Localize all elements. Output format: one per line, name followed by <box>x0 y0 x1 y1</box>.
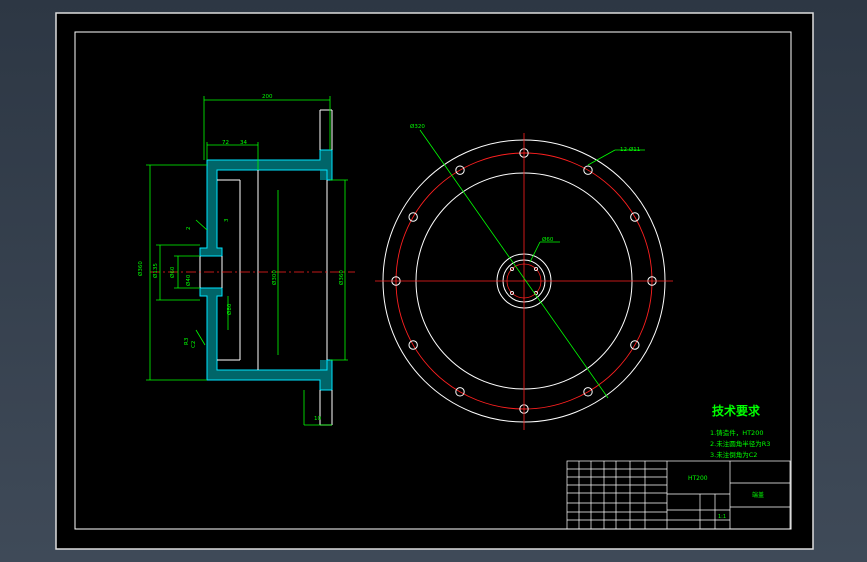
dim-web-1: 72 <box>222 140 229 146</box>
tech-title: 技术要求 <box>712 403 761 418</box>
dim-bore: Ø80 <box>226 303 233 315</box>
title-scale: 1:1 <box>718 514 726 520</box>
dim-inner-dia: Ø300 <box>271 270 278 285</box>
tech-note-3: 3.未注倒角为C2 <box>710 450 757 459</box>
dim-fillet: R3 <box>184 337 190 345</box>
tech-note-2: 2.未注圆角半径为R3 <box>710 439 770 448</box>
dim-small-c: 2 <box>186 227 192 231</box>
dim-flange-thk: 10 <box>314 416 321 422</box>
title-material: HT200 <box>688 475 708 482</box>
dim-flange-dia: Ø360 <box>338 270 345 285</box>
dim-holes: 12-Ø11 <box>620 146 640 153</box>
dim-web-2: 34 <box>240 140 247 146</box>
cad-drawing-canvas: 200 72 34 Ø360 Ø135 Ø60 Ø40 Ø80 Ø300 Ø36… <box>55 12 814 550</box>
dim-chamfer: C2 <box>191 341 197 348</box>
dim-hub-small: Ø40 <box>185 274 192 286</box>
dim-hub-outer: Ø135 <box>152 263 159 278</box>
dim-outer-dia: Ø360 <box>137 261 144 276</box>
dim-pcd: Ø320 <box>410 123 425 130</box>
dim-center-hole: Ø60 <box>542 236 554 243</box>
title-part-name: 端盖 <box>752 491 764 499</box>
dim-overall-length: 200 <box>262 94 273 100</box>
tech-note-1: 1.铸造件，HT200 <box>710 428 763 437</box>
dim-small-d: 3 <box>224 218 230 222</box>
dim-hub-bore: Ø60 <box>169 266 176 278</box>
